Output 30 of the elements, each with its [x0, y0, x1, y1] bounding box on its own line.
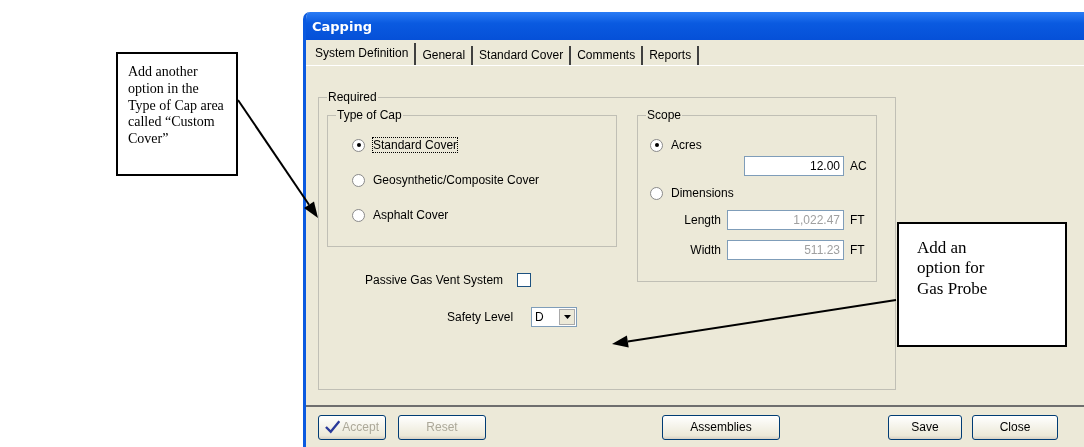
callout-note: Add another option in the Type of Cap area called “Custom Cover” [116, 52, 238, 176]
checkbox[interactable] [517, 273, 532, 287]
radio-button[interactable] [650, 138, 663, 152]
radio-label: Dimensions [671, 186, 734, 200]
field-label: Length [684, 213, 721, 227]
radio-button[interactable] [650, 186, 663, 200]
radio-button[interactable] [352, 138, 365, 152]
unit-label: FT [850, 243, 866, 257]
dialog-button[interactable]: Save [888, 414, 962, 440]
unit-label: FT [850, 213, 866, 227]
dialog-button[interactable]: Assemblies [662, 414, 780, 440]
unit-label: AC [850, 159, 868, 173]
dropdown[interactable]: D [531, 307, 578, 327]
radio-label: Standard Cover [373, 138, 458, 152]
radio-label: Acres [671, 138, 702, 152]
field-label: Safety Level [447, 310, 514, 324]
field-label: Width [690, 243, 721, 257]
radio-button[interactable] [352, 173, 365, 187]
radio-label: Geosynthetic/Composite Cover [373, 173, 540, 187]
radio-label: Asphalt Cover [373, 208, 449, 222]
field-label: Passive Gas Vent System [365, 273, 504, 287]
checkmark-icon [325, 420, 341, 434]
callout-note: Add an option for Gas Probe [897, 222, 1067, 347]
dialog-button[interactable]: Close [972, 414, 1058, 440]
acres-field[interactable]: 12.00 [744, 156, 844, 176]
group-title: Scope [646, 108, 683, 122]
group-title: Type of Cap [336, 108, 403, 122]
radio-button[interactable] [352, 208, 365, 222]
group-title: Required [327, 90, 378, 104]
window-title: Capping [306, 12, 1084, 40]
